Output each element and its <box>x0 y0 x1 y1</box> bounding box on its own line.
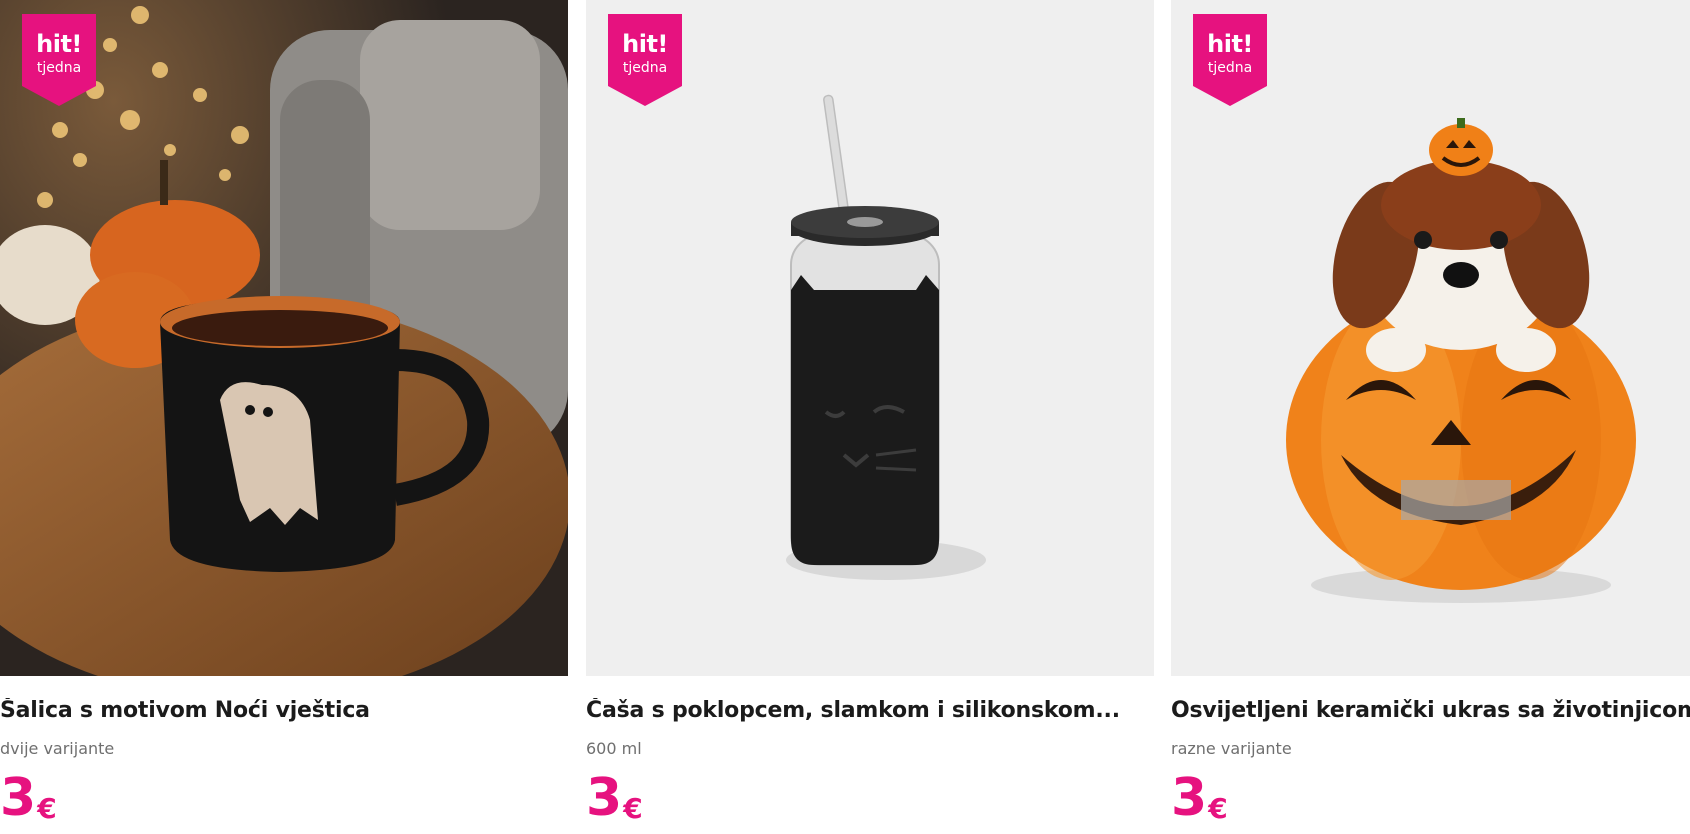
product-card[interactable]: hit! tjedna Osvijetljeni keramički ukras… <box>1171 0 1690 834</box>
badge-sublabel: tjedna <box>622 60 668 76</box>
product-price: 3€ <box>0 768 57 834</box>
badge-label: hit! <box>622 30 668 58</box>
product-title[interactable]: Šalica s motivom Noći vještica <box>0 698 568 723</box>
price-amount: 3 <box>586 768 623 828</box>
price-amount: 3 <box>0 768 37 828</box>
hit-of-the-week-badge: hit! tjedna <box>1193 14 1267 106</box>
product-title[interactable]: Čaša s poklopcem, slamkom i silikonskom.… <box>586 698 1154 723</box>
badge-sublabel: tjedna <box>36 60 82 76</box>
product-grid: hit! tjedna Šalica s motivom Noći vješti… <box>0 0 1690 834</box>
badge-label: hit! <box>36 30 82 58</box>
product-card[interactable]: hit! tjedna Šalica s motivom Noći vješti… <box>0 0 568 834</box>
price-currency: € <box>37 792 57 825</box>
product-card[interactable]: hit! tjedna Čaša s poklopcem, slamkom i … <box>586 0 1154 834</box>
price-amount: 3 <box>1171 768 1208 828</box>
product-variants: razne varijante <box>1171 739 1292 758</box>
product-title[interactable]: Osvijetljeni keramički ukras sa životinj… <box>1171 698 1690 723</box>
product-image-halloween-mug[interactable]: hit! tjedna <box>0 0 568 676</box>
price-currency: € <box>1208 792 1228 825</box>
product-variants: dvije varijante <box>0 739 115 758</box>
badge-sublabel: tjedna <box>1207 60 1253 76</box>
product-price: 3€ <box>586 768 643 834</box>
product-image-ceramic-pumpkin-dog[interactable]: hit! tjedna <box>1171 0 1690 676</box>
product-price: 3€ <box>1171 768 1228 834</box>
price-currency: € <box>623 792 643 825</box>
product-variants: 600 ml <box>586 739 642 758</box>
hit-of-the-week-badge: hit! tjedna <box>22 14 96 106</box>
badge-label: hit! <box>1207 30 1253 58</box>
product-image-glass-with-lid[interactable]: hit! tjedna <box>586 0 1154 676</box>
hit-of-the-week-badge: hit! tjedna <box>608 14 682 106</box>
